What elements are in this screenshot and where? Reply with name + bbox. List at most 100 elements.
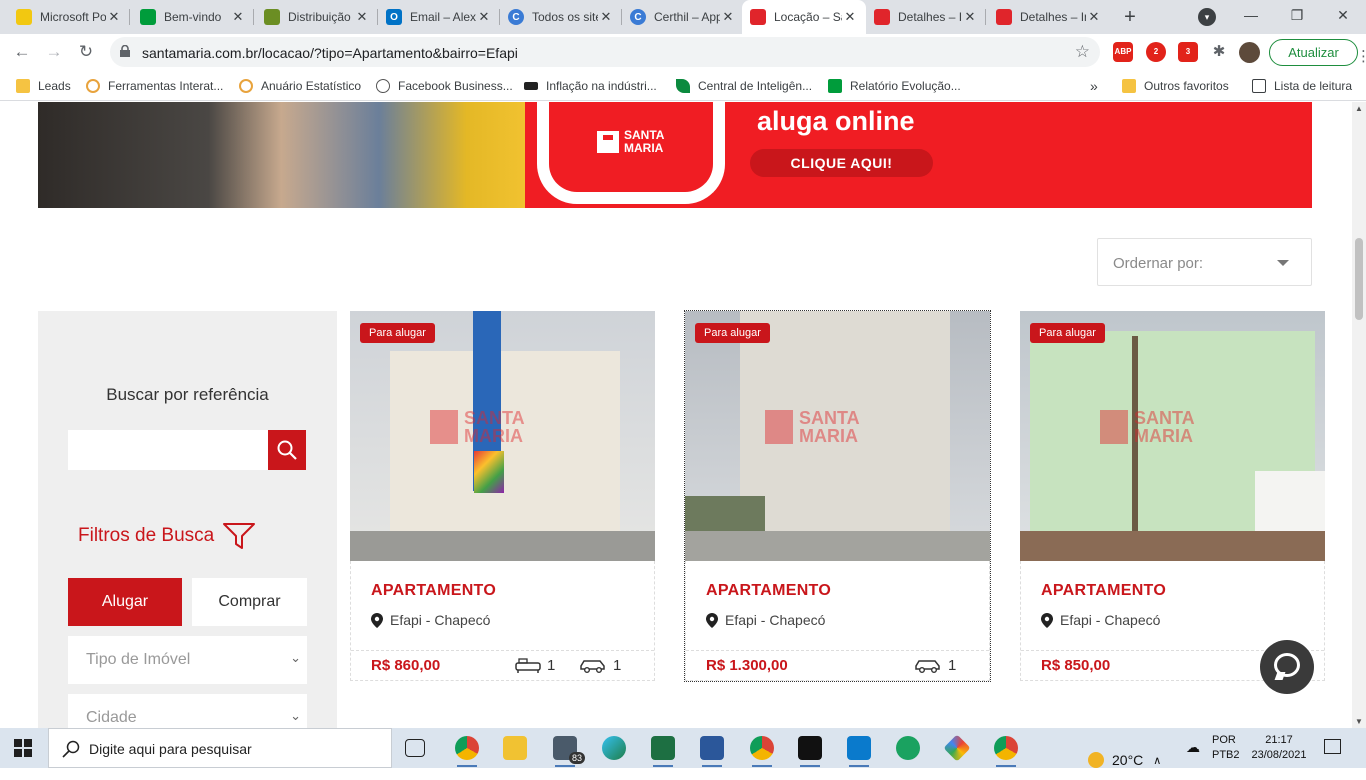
taskbar-search-box[interactable]: Digite aqui para pesquisar — [48, 728, 392, 768]
parking-count: 1 — [914, 657, 956, 674]
listing-photo[interactable]: SANTA MARIA Para alugar — [350, 311, 655, 561]
restore-button[interactable]: ❐ — [1274, 0, 1320, 34]
terminal-icon[interactable] — [798, 736, 822, 767]
notification-icon[interactable] — [1324, 739, 1341, 754]
search-button[interactable] — [268, 430, 306, 470]
facebook-icon — [376, 79, 390, 93]
aluga-online-banner[interactable]: SANTA MARIA aluga online CLIQUE AQUI! — [38, 102, 1312, 208]
scroll-down-icon[interactable]: ▼ — [1355, 717, 1363, 726]
bookmark-item[interactable]: Central de Inteligên... — [676, 77, 812, 95]
chrome-icon[interactable] — [455, 736, 479, 767]
bookmark-item[interactable]: Facebook Business... — [376, 77, 513, 95]
close-tab-icon[interactable]: ✕ — [106, 9, 122, 25]
tab-search-icon[interactable]: ▾ — [1198, 8, 1216, 26]
maps-icon[interactable] — [896, 736, 920, 760]
sort-select[interactable]: Ordernar por: — [1097, 238, 1312, 286]
bookmark-label: Leads — [38, 79, 71, 93]
bookmark-item[interactable]: Ferramentas Interat... — [86, 77, 223, 95]
browser-tab[interactable]: Detalhes – Imóvel ✕ — [866, 0, 986, 34]
bookmarks-more-button[interactable]: » — [1090, 77, 1098, 95]
other-favorites[interactable]: Outros favoritos — [1122, 77, 1229, 95]
chevron-up-icon[interactable]: ∧ — [1153, 754, 1161, 767]
c-circle-icon: C — [508, 9, 524, 25]
windows-start-icon[interactable] — [14, 739, 32, 757]
browser-tab[interactable]: Distribuição ✕ — [256, 0, 378, 34]
listing-type[interactable]: APARTAMENTO — [371, 582, 496, 600]
new-tab-button[interactable]: + — [1118, 5, 1142, 29]
extensions-puzzle-icon[interactable]: ✱ — [1209, 42, 1229, 62]
bookmark-item[interactable]: Anuário Estatístico — [239, 77, 361, 95]
map-pin-icon — [1041, 612, 1053, 628]
browser-tab[interactable]: C Todos os sites ✕ — [500, 0, 622, 34]
language-indicator[interactable]: POR PTB2 — [1212, 733, 1240, 773]
browser-tab[interactable]: Detalhes – Imóvel ✕ — [988, 0, 1110, 34]
listing-card[interactable]: SANTA MARIA Para alugar APARTAMENTO Efap… — [1020, 311, 1325, 681]
chrome-profile-icon[interactable] — [750, 736, 774, 767]
update-button[interactable]: Atualizar ⋮ — [1269, 39, 1366, 66]
address-bar[interactable]: santamaria.com.br/locacao/?tipo=Apartame… — [110, 37, 1100, 67]
car-icon — [580, 659, 605, 673]
browser-tab-active[interactable]: Locação – Santa Maria ✕ — [742, 0, 866, 34]
close-tab-icon[interactable]: ✕ — [720, 9, 736, 25]
chrome-alt-icon[interactable] — [994, 736, 1018, 767]
file-explorer-icon[interactable] — [503, 736, 527, 760]
close-tab-icon[interactable]: ✕ — [354, 9, 370, 25]
moon-icon — [1088, 752, 1104, 768]
scroll-thumb[interactable] — [1355, 238, 1363, 320]
chat-widget-button[interactable] — [1260, 640, 1314, 694]
extension-badge-icon[interactable]: 2 — [1146, 42, 1166, 62]
listing-card[interactable]: SANTA MARIA Para alugar APARTAMENTO Efap… — [350, 311, 655, 681]
reading-list[interactable]: Lista de leitura — [1252, 77, 1352, 95]
extension-badge-icon[interactable]: 3 — [1178, 42, 1198, 62]
clique-aqui-button[interactable]: CLIQUE AQUI! — [750, 149, 933, 177]
mail-icon[interactable]: 83 — [553, 736, 585, 767]
kebab-menu-icon[interactable]: ⋮ — [1356, 44, 1366, 69]
back-arrow-icon[interactable]: ← — [8, 40, 36, 64]
word-icon[interactable] — [700, 736, 724, 767]
page-scrollbar[interactable]: ▲ ▼ — [1352, 102, 1366, 728]
adblock-icon[interactable]: ABP — [1113, 42, 1133, 62]
close-tab-icon[interactable]: ✕ — [598, 9, 614, 25]
city-select[interactable]: Cidade ⌄ — [68, 694, 307, 728]
listing-photo[interactable]: SANTA MARIA Para alugar — [685, 311, 990, 561]
listing-card[interactable]: SANTA MARIA Para alugar APARTAMENTO Efap… — [684, 310, 991, 682]
close-window-button[interactable]: ✕ — [1320, 0, 1366, 34]
forward-arrow-icon[interactable]: → — [40, 40, 68, 64]
task-view-icon[interactable] — [405, 739, 425, 757]
arc-icon — [86, 79, 100, 93]
bookmark-item[interactable]: Relatório Evolução... — [828, 77, 961, 95]
close-tab-icon[interactable]: ✕ — [842, 9, 858, 25]
property-type-select[interactable]: Tipo de Imóvel ⌄ — [68, 636, 307, 684]
reference-input[interactable] — [68, 430, 268, 470]
close-tab-icon[interactable]: ✕ — [1086, 9, 1102, 25]
close-tab-icon[interactable]: ✕ — [476, 9, 492, 25]
clock-time: 21:17 — [1265, 734, 1293, 746]
excel-icon[interactable] — [651, 736, 675, 767]
bookmark-star-icon[interactable]: ☆ — [1075, 42, 1090, 62]
browser-tab[interactable]: Bem-vindo ✕ — [132, 0, 254, 34]
bookmark-item[interactable]: Leads — [16, 77, 71, 95]
vscode-icon[interactable] — [847, 736, 871, 767]
browser-tab[interactable]: O Email – Alexandre ✕ — [378, 0, 500, 34]
bookmarks-bar: Leads Ferramentas Interat... Anuário Est… — [0, 71, 1366, 101]
profile-avatar[interactable] — [1239, 42, 1260, 63]
network-icon[interactable]: ☁ — [1186, 739, 1200, 779]
edge-icon[interactable] — [602, 736, 626, 760]
weather-widget[interactable]: 20°C ∧ — [1088, 740, 1161, 780]
tab-rent[interactable]: Alugar — [68, 578, 182, 626]
browser-tab[interactable]: Microsoft Power BI ✕ — [8, 0, 130, 34]
listing-type[interactable]: APARTAMENTO — [706, 582, 831, 600]
photos-icon[interactable] — [943, 734, 971, 762]
bookmark-item[interactable]: Inflação na indústri... — [524, 77, 657, 95]
listing-photo[interactable]: SANTA MARIA Para alugar — [1020, 311, 1325, 561]
tab-buy[interactable]: Comprar — [192, 578, 307, 626]
listing-type[interactable]: APARTAMENTO — [1041, 582, 1166, 600]
clock[interactable]: 21:17 23/08/2021 — [1248, 733, 1310, 773]
status-badge: Para alugar — [360, 323, 435, 343]
minimize-button[interactable]: — — [1228, 0, 1274, 34]
close-tab-icon[interactable]: ✕ — [962, 9, 978, 25]
browser-tab[interactable]: C Certhil – Apps ✕ — [622, 0, 744, 34]
scroll-up-icon[interactable]: ▲ — [1355, 104, 1363, 113]
close-tab-icon[interactable]: ✕ — [230, 9, 246, 25]
reload-icon[interactable]: ↻ — [72, 40, 100, 64]
